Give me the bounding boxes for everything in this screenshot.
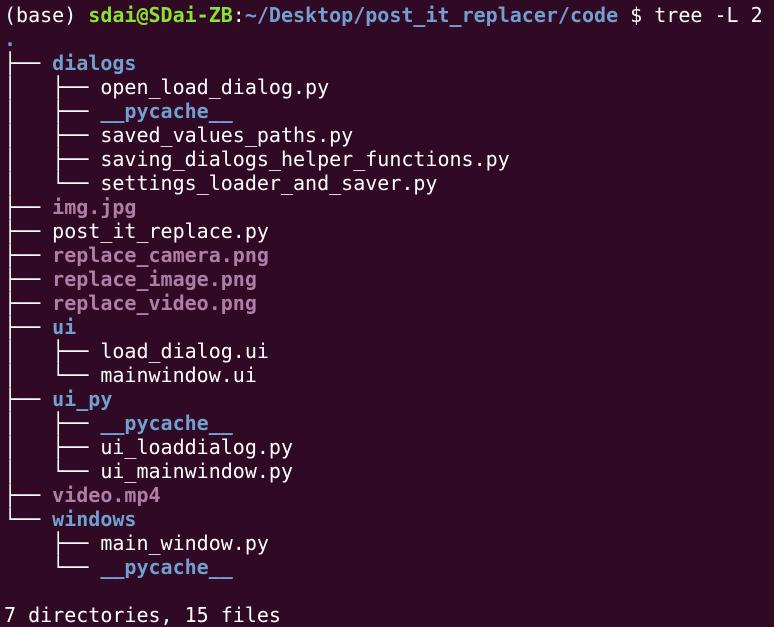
tree-branch: ├──	[4, 51, 53, 75]
tree-summary: 7 directories, 15 files	[4, 603, 281, 627]
file-name: open_load_dialog.py	[100, 75, 330, 99]
file-name: load_dialog.ui	[100, 339, 269, 363]
tree-entry: │ ├── saving_dialogs_helper_functions.py	[4, 147, 774, 171]
tree-entry: └── windows	[4, 507, 774, 531]
file-name: ui_loaddialog.py	[100, 435, 293, 459]
tree-entry: │ ├── __pycache__	[4, 99, 774, 123]
tree-entry: │ ├── load_dialog.ui	[4, 339, 774, 363]
file-name: img.jpg	[52, 195, 137, 219]
tree-entry: ├── ui	[4, 315, 774, 339]
file-name: replace_video.png	[52, 291, 257, 315]
tree-branch: ├──	[4, 531, 101, 555]
tree-branch: │ └──	[4, 171, 101, 195]
tree-root-line: .	[4, 27, 774, 51]
tree-entry: ├── video.mp4	[4, 483, 774, 507]
conda-env-label: (base)	[4, 3, 89, 27]
file-name: mainwindow.ui	[100, 363, 257, 387]
tree-branch: ├──	[4, 387, 53, 411]
tree-branch: │ ├──	[4, 123, 101, 147]
tree-branch: ├──	[4, 315, 53, 339]
tree-branch: │ └──	[4, 363, 101, 387]
command-text: tree -L 2	[654, 3, 763, 27]
file-name: video.mp4	[52, 483, 161, 507]
tree-entry: ├── replace_video.png	[4, 291, 774, 315]
working-directory: ~/Desktop/post_it_replacer/code	[244, 3, 619, 27]
directory-name: __pycache__	[100, 411, 233, 435]
terminal-output[interactable]: (base) sdai@SDai-ZB:~/Desktop/post_it_re…	[4, 3, 774, 627]
prompt-line: (base) sdai@SDai-ZB:~/Desktop/post_it_re…	[4, 3, 774, 27]
tree-entry: │ ├── ui_loaddialog.py	[4, 435, 774, 459]
file-name: saved_values_paths.py	[100, 123, 354, 147]
file-name: replace_camera.png	[52, 243, 269, 267]
tree-entry: ├── img.jpg	[4, 195, 774, 219]
tree-branch: │ ├──	[4, 411, 101, 435]
tree-branch: │ ├──	[4, 435, 101, 459]
tree-entry: │ └── settings_loader_and_saver.py	[4, 171, 774, 195]
tree-branch: ├──	[4, 483, 53, 507]
tree-entry: ├── ui_py	[4, 387, 774, 411]
prompt-separator: :	[232, 3, 245, 27]
directory-name: __pycache__	[100, 555, 233, 579]
tree-branch: ├──	[4, 219, 53, 243]
tree-branch: ├──	[4, 267, 53, 291]
directory-name: __pycache__	[100, 99, 233, 123]
tree-branch: ├──	[4, 291, 53, 315]
file-name: main_window.py	[100, 531, 269, 555]
tree-branch: │ ├──	[4, 147, 101, 171]
tree-entry: └── __pycache__	[4, 555, 774, 579]
user-host: sdai@SDai-ZB	[88, 3, 233, 27]
tree-branch: │ ├──	[4, 99, 101, 123]
file-name: ui_mainwindow.py	[100, 459, 293, 483]
prompt-symbol: $	[618, 3, 655, 27]
tree-branch: ├──	[4, 195, 53, 219]
tree-entry: │ ├── __pycache__	[4, 411, 774, 435]
tree-branch: │ ├──	[4, 339, 101, 363]
tree-entry: │ ├── open_load_dialog.py	[4, 75, 774, 99]
tree-branch: └──	[4, 507, 53, 531]
tree-entry: ├── replace_camera.png	[4, 243, 774, 267]
tree-root: .	[4, 27, 17, 51]
tree-branch: │ └──	[4, 459, 101, 483]
directory-name: ui_py	[52, 387, 113, 411]
directory-name: ui	[52, 315, 77, 339]
tree-entry: ├── main_window.py	[4, 531, 774, 555]
directory-name: windows	[52, 507, 137, 531]
tree-entry: ├── post_it_replace.py	[4, 219, 774, 243]
tree-entry: ├── replace_image.png	[4, 267, 774, 291]
tree-entry: │ └── ui_mainwindow.py	[4, 459, 774, 483]
file-name: saving_dialogs_helper_functions.py	[100, 147, 510, 171]
tree-entry: │ ├── saved_values_paths.py	[4, 123, 774, 147]
tree-entry: ├── dialogs	[4, 51, 774, 75]
tree-branch: └──	[4, 555, 101, 579]
tree-branch: ├──	[4, 243, 53, 267]
file-name: replace_image.png	[52, 267, 257, 291]
file-name: post_it_replace.py	[52, 219, 269, 243]
directory-name: dialogs	[52, 51, 137, 75]
tree-listing: ├── dialogs │ ├── open_load_dialog.py │ ├─…	[4, 51, 774, 579]
file-name: settings_loader_and_saver.py	[100, 171, 438, 195]
tree-branch: │ ├──	[4, 75, 101, 99]
tree-entry: │ └── mainwindow.ui	[4, 363, 774, 387]
